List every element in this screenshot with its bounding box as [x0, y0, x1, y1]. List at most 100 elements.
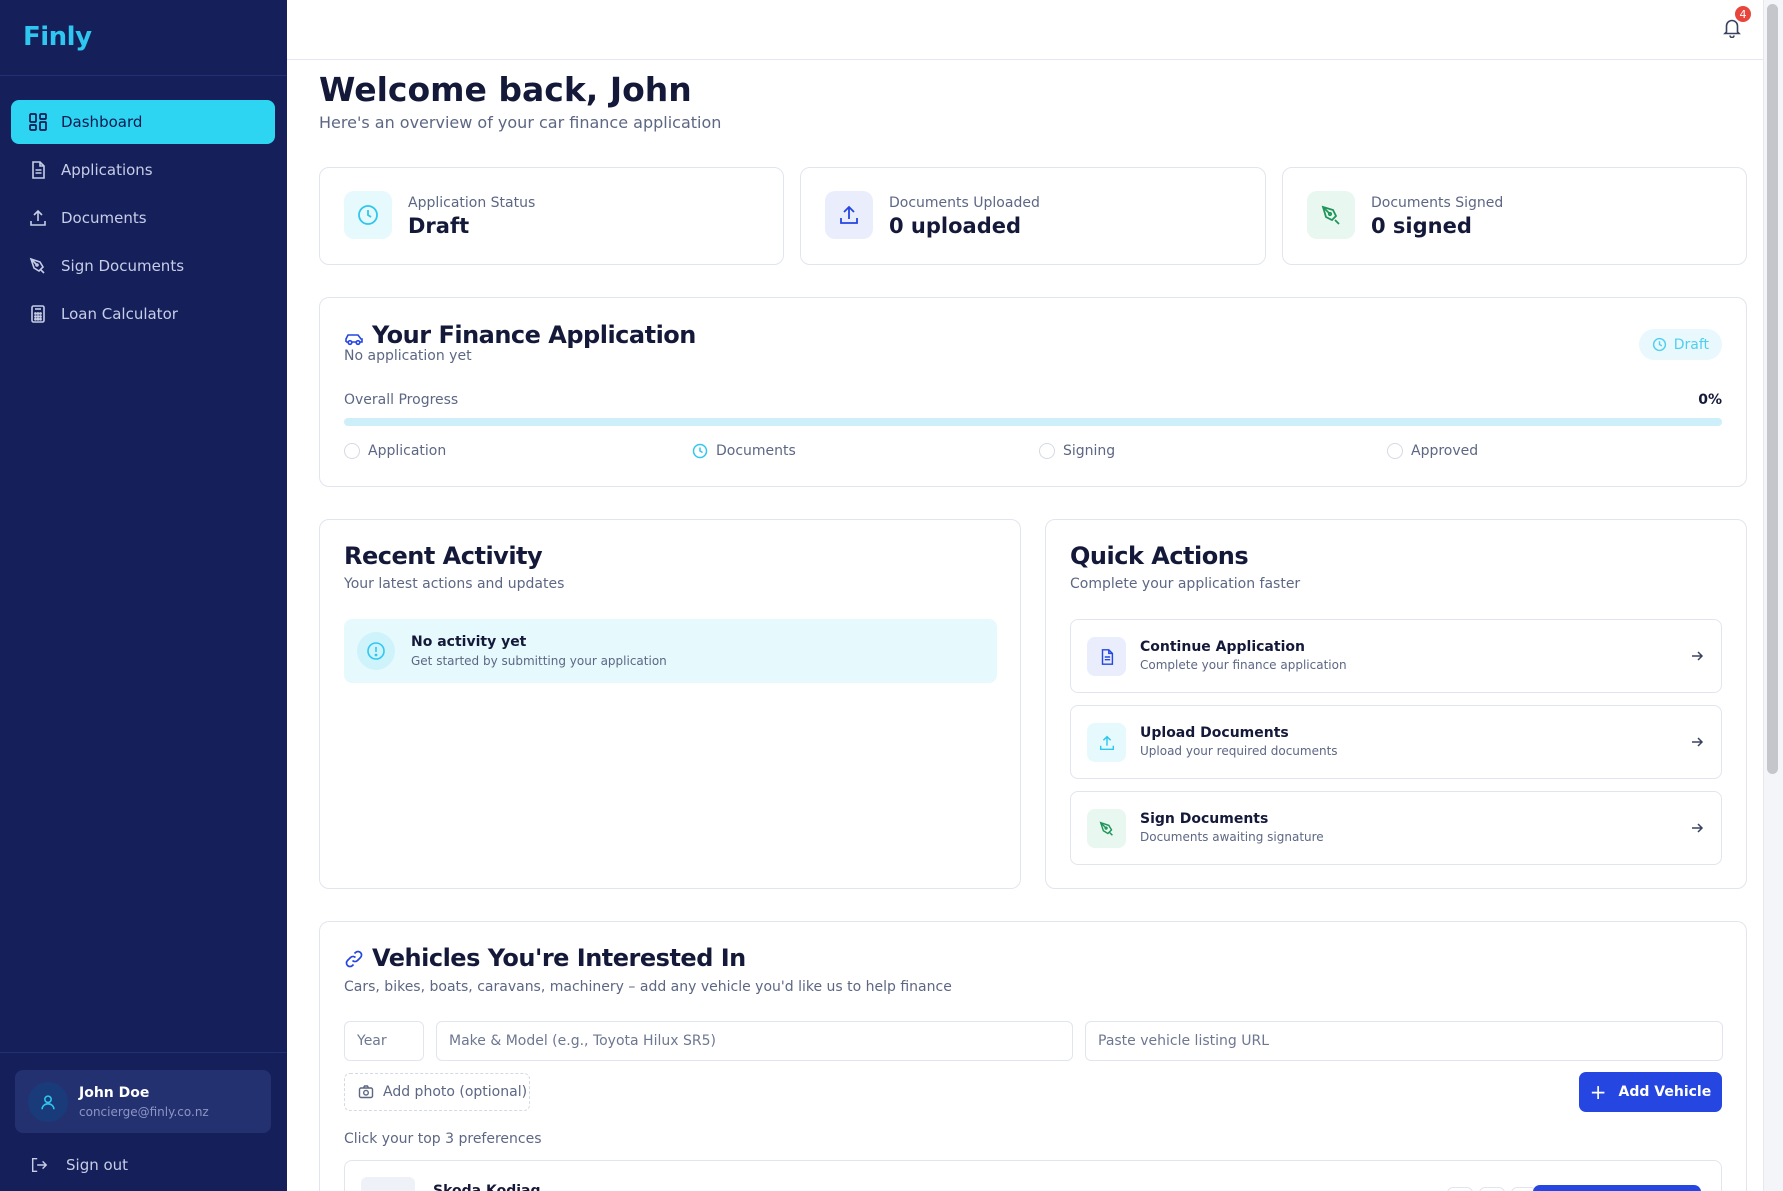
- quick-action-upload-documents[interactable]: Upload Documents Upload your required do…: [1070, 705, 1722, 779]
- user-icon: [41, 1095, 55, 1110]
- info-icon: [357, 632, 395, 670]
- sign-out-icon: [30, 1156, 48, 1174]
- step-application: Application: [344, 443, 446, 459]
- rank-button[interactable]: [1447, 1187, 1473, 1191]
- vehicle-list-item[interactable]: Skoda Kodiaq: [344, 1160, 1722, 1191]
- vehicles-subtitle: Cars, bikes, boats, caravans, machinery …: [344, 979, 952, 995]
- empty-title: No activity yet: [411, 634, 527, 650]
- brand-logo[interactable]: Finly: [23, 22, 92, 52]
- add-photo-label: Add photo (optional): [383, 1084, 528, 1100]
- recent-activity-card: Recent Activity Your latest actions and …: [319, 519, 1021, 889]
- user-profile-card[interactable]: John Doe concierge@finly.co.nz: [15, 1070, 271, 1133]
- avatar: [28, 1082, 68, 1122]
- quick-actions-title: Quick Actions: [1070, 542, 1249, 570]
- top-bar: 4: [287, 0, 1763, 60]
- step-approved: Approved: [1387, 443, 1478, 459]
- file-icon: [28, 160, 48, 180]
- sidebar: Finly Dashboard Applications Documents S…: [0, 0, 287, 1191]
- sidebar-item-sign-documents[interactable]: Sign Documents: [11, 244, 275, 288]
- stat-label: Documents Signed: [1371, 195, 1504, 211]
- page-title: Welcome back, John: [319, 70, 692, 109]
- upload-icon: [1087, 723, 1126, 762]
- finance-title: Your Finance Application: [372, 321, 696, 349]
- preferences-hint: Click your top 3 preferences: [344, 1131, 542, 1147]
- step-signing: Signing: [1039, 443, 1115, 459]
- sidebar-item-label: Dashboard: [61, 113, 143, 131]
- action-title: Upload Documents: [1140, 725, 1289, 741]
- action-title: Sign Documents: [1140, 811, 1269, 827]
- dashboard-icon: [28, 112, 48, 132]
- calculator-icon: [28, 304, 48, 324]
- pen-icon: [28, 256, 48, 276]
- add-vehicle-label: Add Vehicle: [1618, 1084, 1712, 1100]
- activity-empty-state: No activity yet Get started by submittin…: [344, 619, 997, 683]
- step-pending-icon: [344, 443, 360, 459]
- sidebar-divider: [0, 75, 287, 76]
- sidebar-divider: [0, 1052, 287, 1053]
- upload-icon: [28, 208, 48, 228]
- stat-card-documents-signed: Documents Signed 0 signed: [1282, 167, 1747, 265]
- finance-subtitle: No application yet: [344, 348, 472, 364]
- quick-action-sign-documents[interactable]: Sign Documents Documents awaiting signat…: [1070, 791, 1722, 865]
- sidebar-item-applications[interactable]: Applications: [11, 148, 275, 192]
- car-icon: [345, 334, 363, 346]
- empty-subtitle: Get started by submitting your applicati…: [411, 654, 667, 668]
- make-model-input[interactable]: [436, 1021, 1073, 1061]
- listing-url-input[interactable]: [1085, 1021, 1723, 1061]
- sidebar-item-dashboard[interactable]: Dashboard: [11, 100, 275, 144]
- document-icon: [1087, 637, 1126, 676]
- user-email: concierge@finly.co.nz: [79, 1105, 209, 1119]
- page-subtitle: Here's an overview of your car finance a…: [319, 113, 722, 132]
- pen-icon: [1087, 809, 1126, 848]
- sign-out-button[interactable]: Sign out: [30, 1156, 128, 1174]
- year-input[interactable]: [344, 1021, 424, 1061]
- sidebar-item-label: Applications: [61, 161, 153, 179]
- sidebar-item-label: Documents: [61, 209, 147, 227]
- add-photo-button[interactable]: Add photo (optional): [344, 1073, 530, 1111]
- vehicles-card: Vehicles You're Interested In Cars, bike…: [319, 921, 1747, 1191]
- action-subtitle: Upload your required documents: [1140, 744, 1338, 758]
- step-label: Documents: [716, 443, 796, 459]
- notification-badge: 4: [1733, 4, 1753, 24]
- link-icon: [345, 950, 363, 968]
- action-subtitle: Documents awaiting signature: [1140, 830, 1324, 844]
- sidebar-item-label: Sign Documents: [61, 257, 185, 275]
- vehicle-action-button[interactable]: [1533, 1185, 1701, 1191]
- rank-button[interactable]: [1479, 1187, 1505, 1191]
- finance-application-card: Your Finance Application No application …: [319, 297, 1747, 487]
- vehicle-name: Skoda Kodiaq: [433, 1183, 541, 1191]
- stat-value: 0 uploaded: [889, 214, 1022, 238]
- step-label: Signing: [1063, 443, 1116, 459]
- stat-card-documents-uploaded: Documents Uploaded 0 uploaded: [800, 167, 1266, 265]
- scrollbar-thumb[interactable]: [1767, 4, 1778, 774]
- quick-actions-card: Quick Actions Complete your application …: [1045, 519, 1747, 889]
- sign-out-label: Sign out: [66, 1156, 129, 1174]
- sidebar-item-loan-calculator[interactable]: Loan Calculator: [11, 292, 275, 336]
- arrow-right-icon: [1692, 737, 1704, 747]
- arrow-right-icon: [1692, 823, 1704, 833]
- vehicle-thumbnail: [361, 1177, 415, 1191]
- action-subtitle: Complete your finance application: [1140, 658, 1347, 672]
- stat-value: Draft: [408, 214, 470, 238]
- add-vehicle-button[interactable]: + Add Vehicle: [1579, 1072, 1722, 1112]
- camera-icon: [358, 1084, 374, 1100]
- step-pending-icon: [1387, 443, 1403, 459]
- quick-action-continue-application[interactable]: Continue Application Complete your finan…: [1070, 619, 1722, 693]
- action-title: Continue Application: [1140, 639, 1305, 655]
- sidebar-item-label: Loan Calculator: [61, 305, 178, 323]
- pen-icon: [1307, 191, 1355, 239]
- arrow-right-icon: [1692, 651, 1704, 661]
- stat-label: Documents Uploaded: [889, 195, 1040, 211]
- progress-percent: 0%: [1698, 392, 1722, 408]
- step-pending-icon: [1039, 443, 1055, 459]
- progress-bar: [344, 418, 1722, 426]
- step-documents: Documents: [692, 443, 796, 459]
- step-label: Application: [368, 443, 447, 459]
- sidebar-item-documents[interactable]: Documents: [11, 196, 275, 240]
- status-badge-label: Draft: [1673, 336, 1709, 353]
- stat-card-application-status: Application Status Draft: [319, 167, 784, 265]
- stat-label: Application Status: [408, 195, 536, 211]
- upload-icon: [825, 191, 873, 239]
- status-badge: Draft: [1638, 329, 1722, 360]
- activity-title: Recent Activity: [344, 542, 543, 570]
